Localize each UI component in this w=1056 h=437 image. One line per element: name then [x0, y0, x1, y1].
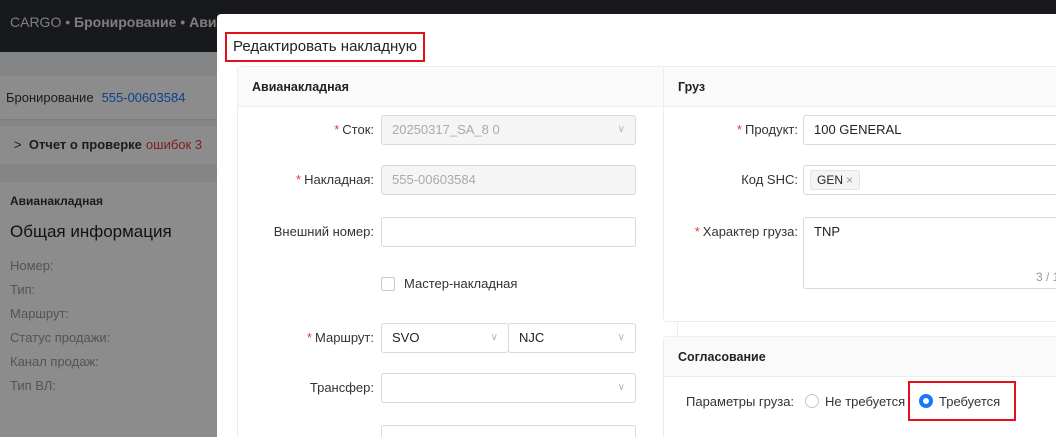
- cargo-panel: Груз *Продукт: 100 GENERAL∨ Код SHC: GEN…: [663, 66, 1056, 322]
- shc-label: Код SHC:: [741, 172, 798, 187]
- nature-textarea[interactable]: TNP 3 / 15: [803, 217, 1056, 289]
- product-select[interactable]: 100 GENERAL∨: [803, 115, 1056, 145]
- external-row: Внешний номер:: [238, 217, 679, 247]
- chevron-down-icon: ∨: [617, 382, 625, 393]
- radio-not-required[interactable]: Не требуется: [805, 387, 905, 417]
- cargo-panel-title: Груз: [664, 67, 1056, 107]
- master-row: Мастер-накладная: [238, 269, 679, 299]
- transfer-row: Трансфер: ∨: [238, 373, 679, 403]
- awb-label: * Накладная:: [296, 172, 374, 187]
- external-number-input[interactable]: [381, 217, 636, 247]
- shc-select[interactable]: GEN× ∨: [803, 165, 1056, 195]
- shc-tag: GEN ×: [810, 170, 861, 190]
- cargo-params-row: Параметры груза: Не требуется Требуется: [664, 381, 1056, 421]
- awb-row: * Накладная: 555-00603584: [238, 165, 679, 195]
- route-label: * Маршрут:: [306, 330, 374, 345]
- highlight-box: [908, 381, 1016, 421]
- transfer-select[interactable]: ∨: [381, 373, 636, 403]
- shc-row: Код SHC: GEN× ∨: [664, 165, 1056, 195]
- modal-title: Редактировать накладную: [225, 32, 426, 62]
- cargo-params-label: Параметры груза:: [686, 394, 795, 409]
- edit-awb-modal: Редактировать накладную Авианакладная * С…: [217, 14, 1056, 437]
- stock-select[interactable]: 20250317_SA_8 0 ∨: [381, 115, 636, 145]
- chevron-down-icon: ∨: [617, 124, 625, 135]
- next-field-input[interactable]: [381, 425, 636, 437]
- close-icon[interactable]: ×: [846, 173, 853, 187]
- awb-panel: Авианакладная * Сток: 20250317_SA_8 0 ∨ * Н…: [237, 66, 678, 437]
- char-counter: 3 / 15: [1035, 270, 1056, 284]
- master-checkbox[interactable]: [381, 277, 395, 291]
- stock-row: * Сток: 20250317_SA_8 0 ∨: [238, 115, 679, 145]
- transfer-label: Трансфер:: [309, 380, 374, 395]
- partial-row: [238, 425, 679, 437]
- product-label: * Продукт:: [736, 122, 798, 137]
- chevron-down-icon: ∨: [490, 332, 498, 343]
- nature-label: * Характер груза:: [694, 224, 798, 239]
- route-from-select[interactable]: SVO ∨: [381, 323, 509, 353]
- approval-panel: Согласование Параметры груза: Не требует…: [663, 336, 1056, 437]
- nature-row: *Характер груза: TNP 3 / 15: [664, 217, 1056, 289]
- product-row: *Продукт: 100 GENERAL∨: [664, 115, 1056, 145]
- awb-input[interactable]: 555-00603584: [381, 165, 636, 195]
- chevron-down-icon: ∨: [617, 332, 625, 343]
- route-row: * Маршрут: SVO ∨ NJC ∨: [238, 323, 679, 353]
- route-to-select[interactable]: NJC ∨: [508, 323, 636, 353]
- master-label: Мастер-накладная: [404, 276, 518, 291]
- awb-panel-title: Авианакладная: [238, 67, 677, 107]
- stock-label: * Сток:: [334, 122, 374, 137]
- radio-icon: [805, 394, 819, 408]
- external-label: Внешний номер:: [273, 224, 374, 239]
- approval-panel-title: Согласование: [664, 337, 1056, 377]
